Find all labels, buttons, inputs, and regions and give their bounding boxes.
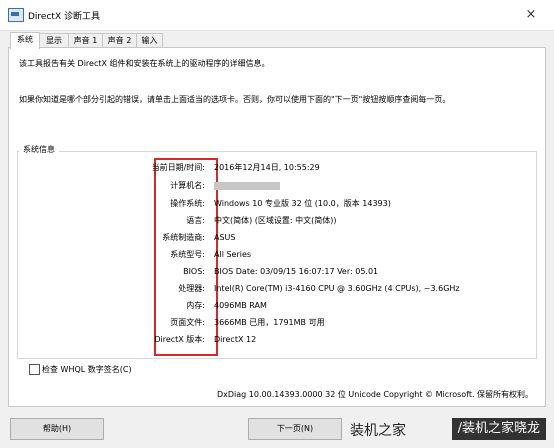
info-label: 操作系统: [170, 199, 205, 208]
directx-app-icon [8, 8, 24, 22]
info-label: 当前日期/时间: [151, 163, 205, 172]
help-button[interactable]: 帮助(H) [10, 418, 104, 440]
info-value: All Series [214, 250, 252, 259]
info-value: DirectX 12 [214, 335, 257, 344]
info-value: 2016年12月14日, 10:55:29 [214, 163, 320, 172]
info-label: 处理器: [178, 284, 205, 293]
info-value: Intel(R) Core(TM) i3-4160 CPU @ 3.60GHz … [214, 284, 460, 293]
info-row-os: 操作系统: Windows 10 专业版 32 位 (10.0，版本 14393… [9, 197, 545, 211]
tab-sound-2[interactable]: 声音 2 [102, 33, 137, 48]
info-value: 3666MB 已用，1791MB 可用 [214, 318, 325, 327]
watermark-left-text: 装机之家 [350, 423, 406, 439]
title-bar: DirectX 诊断工具 × [0, 0, 554, 31]
info-row-datetime: 当前日期/时间: 2016年12月14日, 10:55:29 [9, 161, 545, 175]
info-row-manufacturer: 系统制造商: ASUS [9, 231, 545, 245]
info-label: DirectX 版本: [154, 335, 205, 344]
info-label: 内存: [186, 301, 205, 310]
window-title: DirectX 诊断工具 [28, 12, 100, 22]
info-row-language: 语言: 中文(简体) (区域设置: 中文(简体)) [9, 214, 545, 228]
info-value: 中文(简体) (区域设置: 中文(简体)) [214, 216, 337, 225]
info-row-directx-version: DirectX 版本: DirectX 12 [9, 333, 545, 347]
tab-input[interactable]: 输入 [136, 33, 163, 48]
info-label: BIOS: [183, 267, 205, 276]
info-value: ASUS [214, 233, 236, 242]
info-label: 语言: [186, 216, 205, 225]
info-value-redacted [214, 179, 280, 195]
intro-text-1: 该工具报告有关 DirectX 组件和安装在系统上的驱动程序的详细信息。 [19, 59, 270, 68]
whql-checkbox-label[interactable]: 检查 WHQL 数字签名(C) [42, 364, 132, 375]
intro-text-2: 如果你知道是哪个部分引起的错误，请单击上面适当的选项卡。否则，你可以使用下面的"… [19, 95, 451, 104]
info-row-bios: BIOS: BIOS Date: 03/09/15 16:07:17 Ver: … [9, 265, 545, 279]
info-row-computer-name: 计算机名: [9, 179, 545, 193]
info-value: BIOS Date: 03/09/15 16:07:17 Ver: 05.01 [214, 267, 379, 276]
close-button[interactable]: × [508, 0, 554, 30]
system-tab-panel: 该工具报告有关 DirectX 组件和安装在系统上的驱动程序的详细信息。 如果你… [8, 47, 546, 407]
dxdiag-footer: DxDiag 10.00.14393.0000 32 位 Unicode Cop… [217, 390, 534, 399]
info-row-memory: 内存: 4096MB RAM [9, 299, 545, 313]
whql-checkbox[interactable] [29, 364, 40, 375]
info-label: 计算机名: [170, 181, 205, 190]
watermark-right-text: /装机之家晓龙 [451, 418, 546, 440]
info-label: 系统型号: [170, 250, 205, 259]
info-value: 4096MB RAM [214, 301, 267, 310]
system-info-title: 系统信息 [19, 144, 59, 155]
info-label: 页面文件: [170, 318, 205, 327]
tab-system[interactable]: 系统 [10, 32, 40, 49]
tab-display[interactable]: 显示 [39, 33, 69, 48]
info-row-processor: 处理器: Intel(R) Core(TM) i3-4160 CPU @ 3.6… [9, 282, 545, 296]
next-page-button[interactable]: 下一页(N) [248, 418, 342, 440]
info-row-model: 系统型号: All Series [9, 248, 545, 262]
info-label: 系统制造商: [162, 233, 205, 242]
info-row-page-file: 页面文件: 3666MB 已用，1791MB 可用 [9, 316, 545, 330]
tab-sound-1[interactable]: 声音 1 [68, 33, 103, 48]
info-value: Windows 10 专业版 32 位 (10.0，版本 14393) [214, 199, 391, 208]
